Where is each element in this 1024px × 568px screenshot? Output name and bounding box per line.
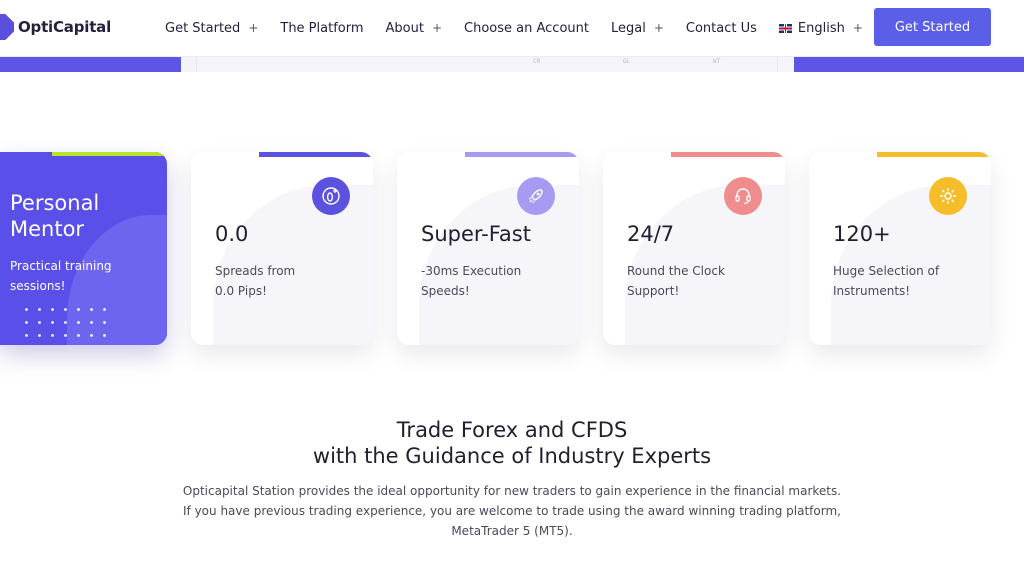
brand-name: OptiCapital — [18, 18, 112, 36]
feature-value: 24/7 — [627, 222, 675, 246]
brand-logo[interactable]: OptiCapital — [0, 14, 111, 40]
preview-label: GL — [623, 58, 631, 65]
card-accent-bar — [465, 152, 579, 157]
nav-item-about[interactable]: About + — [386, 21, 443, 36]
platform-preview-panel: CR GL WT — [196, 57, 778, 72]
plus-icon: + — [248, 21, 259, 35]
nav-item-label: About — [385, 20, 424, 36]
feature-description-line: Huge Selection of — [833, 264, 940, 278]
zero-plus-icon — [312, 177, 350, 215]
nav-item-label: Get Started — [165, 20, 241, 36]
nav-item-label: Legal — [610, 20, 646, 36]
feature-description: Huge Selection of Instruments! — [833, 261, 983, 301]
logo-mark-icon — [0, 14, 14, 40]
feature-description: Spreads from 0.0 Pips! — [215, 261, 365, 301]
headset-icon — [724, 177, 762, 215]
feature-card-spreads[interactable]: 0.0 Spreads from 0.0 Pips! — [191, 152, 373, 345]
feature-card-instruments[interactable]: 120+ Huge Selection of Instruments! — [809, 152, 991, 345]
feature-value: Super-Fast — [421, 222, 531, 246]
nav-item-the-platform[interactable]: The Platform — [280, 21, 363, 36]
nav-item-get-started[interactable]: Get Started + — [165, 21, 258, 36]
card-accent-bar — [671, 152, 785, 157]
feature-description-line: Round the Clock — [627, 264, 725, 278]
card-title-line: Personal — [10, 191, 100, 215]
main-menu: Get Started + The Platform About + Choos… — [165, 0, 863, 56]
intro-paragraph-line: MetaTrader 5 (MT5). — [451, 524, 573, 538]
card-accent-bar — [259, 152, 373, 157]
plus-icon: + — [653, 21, 664, 35]
feature-description: Round the Clock Support! — [627, 261, 777, 301]
nav-item-choose-an-account[interactable]: Choose an Account — [464, 21, 589, 36]
nav-item-legal[interactable]: Legal + — [611, 21, 664, 36]
feature-description-line: -30ms Execution — [421, 264, 522, 278]
get-started-button[interactable]: Get Started — [874, 8, 991, 46]
dot-pattern-decoration — [20, 303, 110, 339]
feature-description-line: Speeds! — [421, 284, 470, 298]
intro-paragraph-line: If you have previous trading experience,… — [183, 504, 841, 518]
feature-value: 0.0 — [215, 222, 249, 246]
nav-item-label: The Platform — [280, 20, 364, 36]
intro-paragraph-line: Opticapital Station provides the ideal o… — [182, 484, 842, 498]
feature-description: -30ms Execution Speeds! — [421, 261, 571, 301]
feature-description-line: Spreads from — [215, 264, 296, 278]
nav-item-label: Choose an Account — [464, 20, 589, 36]
gear-icon — [929, 177, 967, 215]
section-heading-line: with the Guidance of Industry Experts — [312, 444, 712, 468]
nav-item-contact-us[interactable]: Contact Us — [686, 21, 757, 36]
nav-item-label: Contact Us — [685, 20, 757, 36]
hero-band-left — [0, 57, 181, 72]
feature-description-line: 0.0 Pips! — [215, 284, 267, 298]
plus-icon: + — [852, 21, 863, 35]
feature-description-line: Support! — [627, 284, 680, 298]
personal-mentor-card[interactable]: Personal Mentor Practical training sessi… — [0, 152, 167, 345]
card-accent-bar — [877, 152, 991, 157]
card-accent-bar — [52, 152, 167, 156]
card-title-line: Mentor — [10, 217, 85, 241]
section-heading-line: Trade Forex and CFDS — [396, 418, 628, 442]
plus-icon: + — [431, 21, 443, 35]
language-selector[interactable]: English + — [778, 20, 863, 36]
language-label: English — [797, 20, 845, 36]
top-navigation: OptiCapital Get Started + The Platform A… — [0, 0, 1024, 57]
preview-label: CR — [533, 58, 541, 65]
feature-description-line: Instruments! — [833, 284, 911, 298]
preview-label: WT — [713, 58, 721, 65]
rocket-icon — [517, 177, 555, 215]
card-subtitle: Practical training sessions! — [10, 259, 112, 293]
feature-value: 120+ — [833, 222, 891, 246]
uk-flag-icon — [778, 23, 792, 33]
feature-card-execution[interactable]: Super-Fast -30ms Execution Speeds! — [397, 152, 579, 345]
card-title: Personal Mentor — [10, 190, 99, 242]
feature-card-support[interactable]: 24/7 Round the Clock Support! — [603, 152, 785, 345]
hero-band-right — [794, 57, 1024, 72]
